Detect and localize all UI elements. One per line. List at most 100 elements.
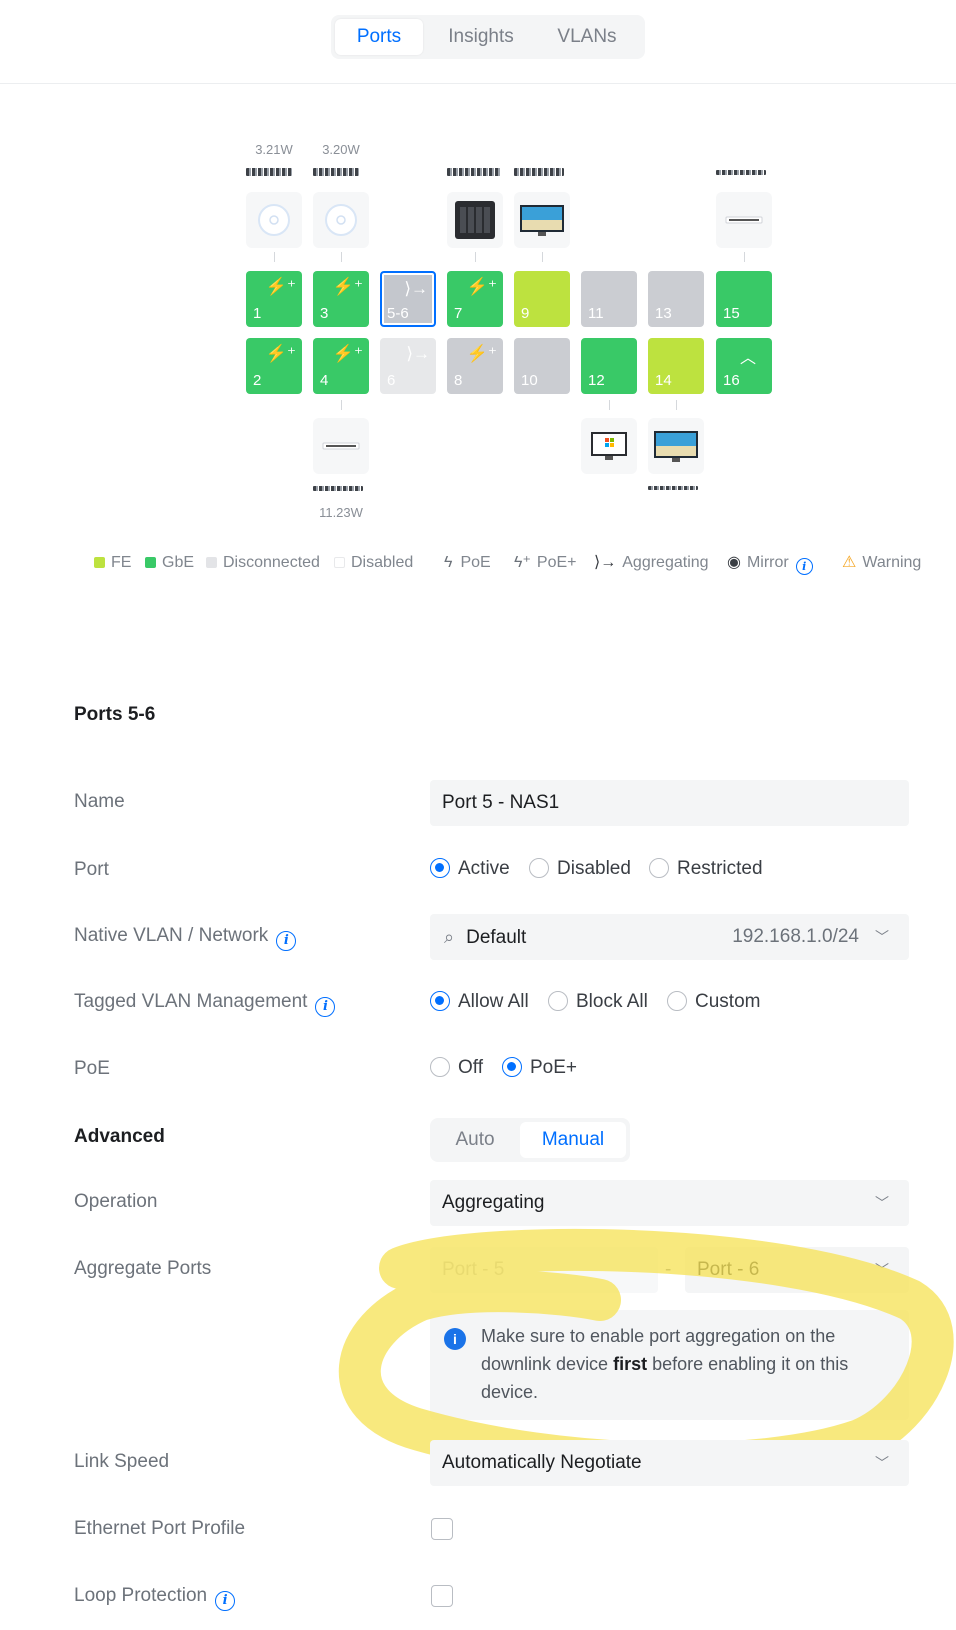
loop-protection-info-icon[interactable]: i bbox=[215, 1591, 236, 1611]
poe-plus-icon: ⚡⁺ bbox=[265, 344, 296, 363]
switch-device-port-15[interactable] bbox=[716, 192, 772, 248]
chevron-down-icon: ﹀ bbox=[875, 1455, 889, 1471]
poe-radio-poe-plus[interactable]: PoE+ bbox=[502, 1055, 577, 1081]
port-number: 12 bbox=[588, 372, 605, 389]
access-point-device-port-3[interactable] bbox=[313, 192, 369, 248]
view-tab-bar: Ports Insights VLANs bbox=[331, 15, 645, 59]
port-4[interactable]: ⚡⁺ 4 bbox=[313, 338, 369, 394]
port-13[interactable]: 13 bbox=[648, 271, 704, 327]
link-speed-select[interactable]: Automatically Negotiate ﹀ bbox=[430, 1440, 909, 1486]
monitor-device-port-9[interactable] bbox=[514, 192, 570, 248]
tab-insights[interactable]: Insights bbox=[431, 19, 531, 55]
native-vlan-info-icon[interactable]: i bbox=[276, 931, 297, 951]
radio-label: Allow All bbox=[458, 991, 529, 1012]
aggregate-from-value: Port - 5 bbox=[442, 1259, 505, 1280]
radio-unchecked bbox=[548, 991, 568, 1011]
legend-disconnected: Disconnected bbox=[206, 553, 320, 573]
switch-icon bbox=[725, 216, 763, 224]
port-6[interactable]: ⟩→ 6 bbox=[380, 338, 436, 394]
tagged-radio-allow-all[interactable]: Allow All bbox=[430, 989, 529, 1015]
mirror-info-icon[interactable]: i bbox=[795, 558, 813, 575]
monitor-device-port-14[interactable] bbox=[648, 418, 704, 474]
port-11[interactable]: 11 bbox=[581, 271, 637, 327]
legend-warning: ⚠ Warning bbox=[842, 553, 921, 573]
radio-checked bbox=[430, 858, 450, 878]
tagged-radio-custom[interactable]: Custom bbox=[667, 989, 760, 1015]
gbe-swatch bbox=[145, 557, 156, 568]
tagged-radio-block-all[interactable]: Block All bbox=[548, 989, 648, 1015]
port-16[interactable]: ︿ 16 bbox=[716, 338, 772, 394]
radio-label: Custom bbox=[695, 991, 761, 1012]
advanced-manual-button[interactable]: Manual bbox=[520, 1122, 626, 1158]
device-name-port-15 bbox=[716, 170, 766, 175]
native-vlan-select[interactable]: ⌕ Default 192.168.1.0/24 ﹀ bbox=[430, 914, 909, 960]
port-15[interactable]: 15 bbox=[716, 271, 772, 327]
legend-label: PoE+ bbox=[536, 554, 577, 571]
ethernet-port-profile-checkbox[interactable] bbox=[431, 1518, 453, 1540]
aggregating-icon: ⟩→ bbox=[404, 279, 428, 298]
aggregate-to-select[interactable]: Port - 6 ﹀ bbox=[685, 1247, 909, 1293]
header-divider bbox=[0, 83, 956, 84]
nas-device-port-7[interactable] bbox=[447, 192, 503, 248]
poe-radio-off[interactable]: Off bbox=[430, 1055, 483, 1081]
device-name-port-1 bbox=[246, 168, 292, 176]
advanced-label: Advanced bbox=[74, 1126, 165, 1147]
switch-device-port-4[interactable] bbox=[313, 418, 369, 474]
radio-label: Disabled bbox=[557, 858, 631, 879]
port-radio-disabled[interactable]: Disabled bbox=[529, 856, 631, 882]
operation-value: Aggregating bbox=[442, 1192, 545, 1213]
port-radio-active[interactable]: Active bbox=[430, 856, 510, 882]
native-vlan-label-text: Native VLAN / Network bbox=[74, 925, 269, 946]
port-14[interactable]: 14 bbox=[648, 338, 704, 394]
port-number: 15 bbox=[723, 305, 740, 322]
loop-protection-label: Loop Protection i bbox=[74, 1584, 236, 1611]
aggregate-ports-label: Aggregate Ports bbox=[74, 1258, 212, 1279]
radio-label: Off bbox=[458, 1057, 483, 1078]
radio-unchecked bbox=[667, 991, 687, 1011]
link-speed-value: Automatically Negotiate bbox=[442, 1452, 642, 1473]
port-number: 7 bbox=[454, 305, 463, 322]
legend-label: Mirror bbox=[746, 554, 789, 571]
access-point-device-port-1[interactable] bbox=[246, 192, 302, 248]
poe-icon: ϟ bbox=[444, 554, 453, 571]
port-radio-restricted[interactable]: Restricted bbox=[649, 856, 763, 882]
windows-pc-device-port-12[interactable] bbox=[581, 418, 637, 474]
poe-label: PoE bbox=[74, 1058, 110, 1079]
aggregate-to-value: Port - 6 bbox=[697, 1259, 760, 1280]
access-point-icon bbox=[258, 204, 290, 236]
tab-ports[interactable]: Ports bbox=[335, 19, 423, 55]
port-number: 11 bbox=[588, 305, 604, 322]
port-8[interactable]: ⚡⁺ 8 bbox=[447, 338, 503, 394]
port-10[interactable]: 10 bbox=[514, 338, 570, 394]
name-input[interactable]: Port 5 - NAS1 bbox=[430, 780, 909, 826]
name-label: Name bbox=[74, 791, 125, 812]
search-icon: ⌕ bbox=[444, 927, 455, 947]
windows-pc-icon bbox=[591, 432, 627, 460]
link-line bbox=[744, 252, 745, 262]
native-vlan-value: Default bbox=[466, 927, 527, 948]
port-9[interactable]: 9 bbox=[514, 271, 570, 327]
port-3[interactable]: ⚡⁺ 3 bbox=[313, 271, 369, 327]
port-1[interactable]: ⚡⁺ 1 bbox=[246, 271, 302, 327]
loop-protection-checkbox[interactable] bbox=[431, 1585, 453, 1607]
port-12[interactable]: 12 bbox=[581, 338, 637, 394]
link-line bbox=[676, 400, 677, 410]
port-2[interactable]: ⚡⁺ 2 bbox=[246, 338, 302, 394]
port-3-power: 3.20W bbox=[322, 142, 360, 157]
port-label: Port bbox=[74, 859, 109, 880]
port-number: 3 bbox=[320, 305, 329, 322]
radio-label: Block All bbox=[576, 991, 648, 1012]
port-legend: FE GbE Disconnected Disabled ϟ PoE ϟ⁺ PoE+… bbox=[94, 553, 934, 575]
note-text-bold: first bbox=[613, 1354, 648, 1374]
port-7[interactable]: ⚡⁺ 7 bbox=[447, 271, 503, 327]
link-line bbox=[274, 252, 275, 262]
operation-select[interactable]: Aggregating ﹀ bbox=[430, 1180, 909, 1226]
tab-vlans[interactable]: VLANs bbox=[537, 19, 637, 55]
port-5-6[interactable]: ⟩→ 5-6 bbox=[380, 271, 436, 327]
chevron-down-icon: ﹀ bbox=[875, 1195, 889, 1211]
tagged-vlan-info-icon[interactable]: i bbox=[315, 997, 336, 1017]
section-title: Ports 5-6 bbox=[74, 704, 156, 725]
advanced-auto-button[interactable]: Auto bbox=[434, 1122, 516, 1158]
native-vlan-label: Native VLAN / Network i bbox=[74, 924, 297, 951]
radio-label: Restricted bbox=[677, 858, 763, 879]
